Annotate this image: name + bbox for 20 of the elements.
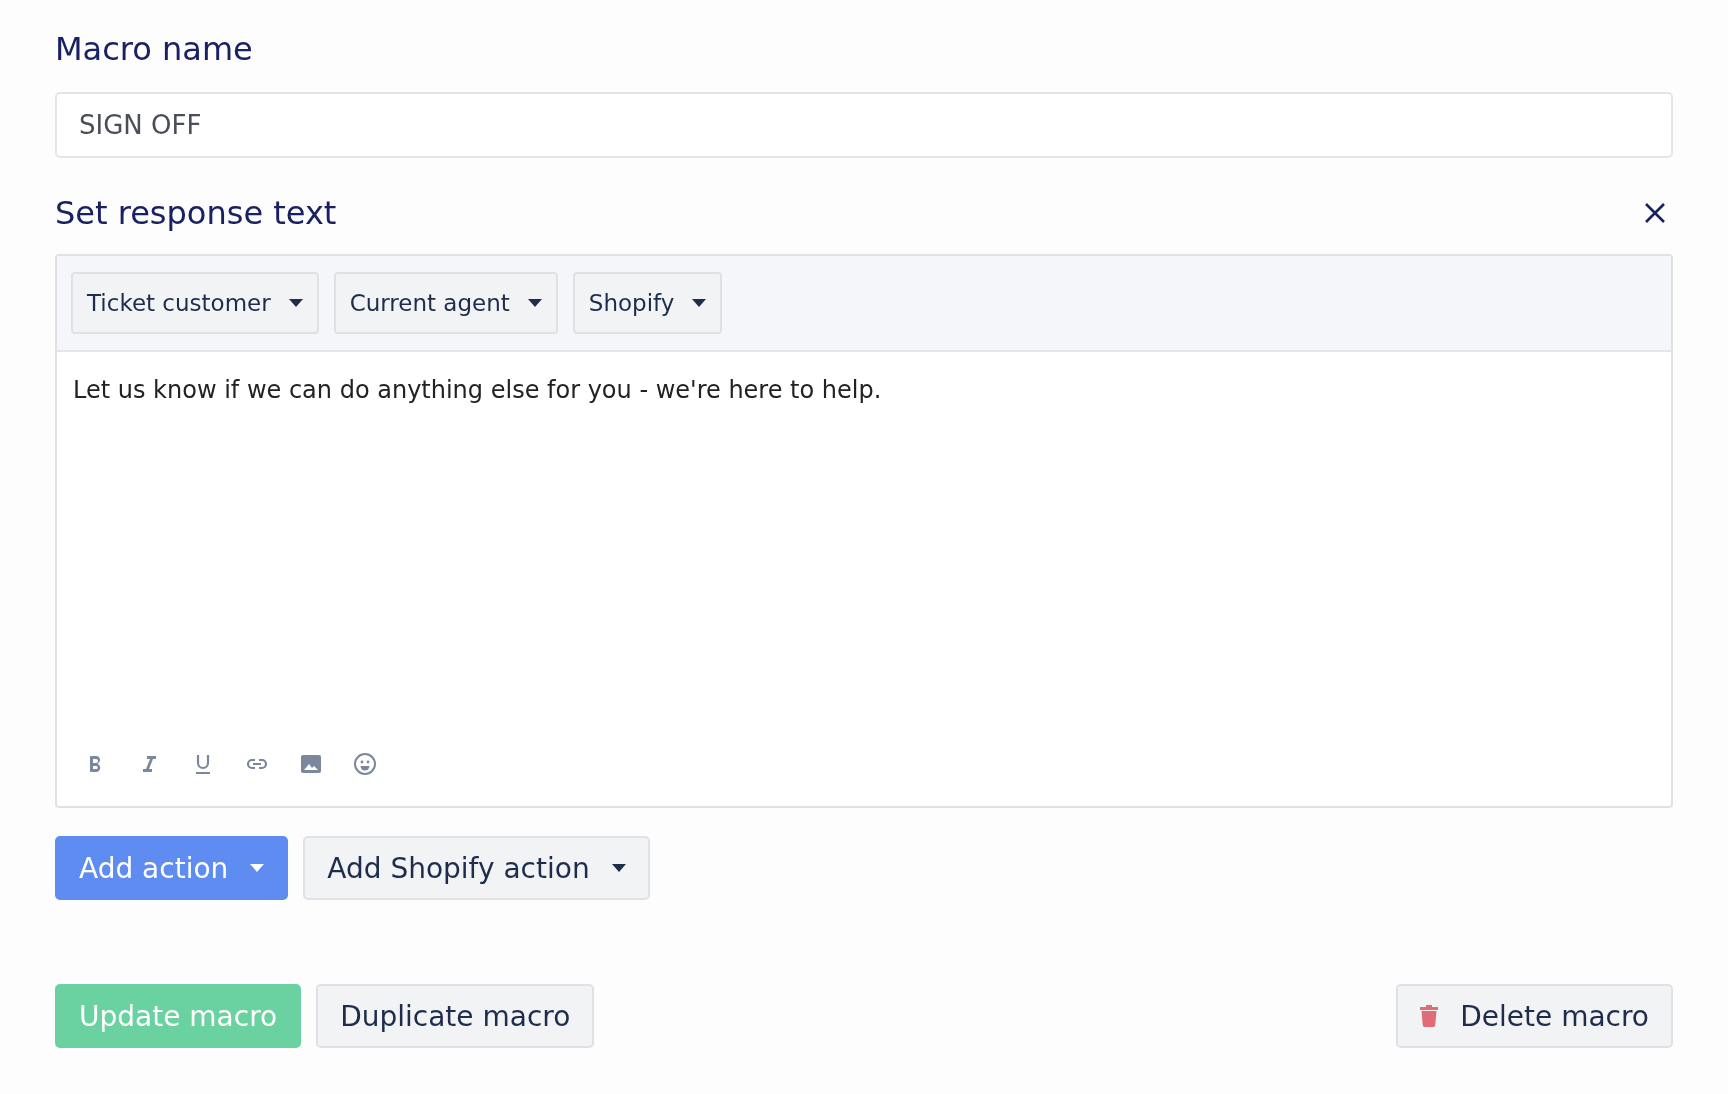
section-title: Set response text [55, 194, 337, 232]
response-text: Let us know if we can do anything else for you - we're here to help. [72, 375, 883, 406]
caret-icon [288, 299, 303, 307]
image-icon[interactable] [299, 752, 323, 776]
action-button[interactable]: Add Shopify action [303, 836, 650, 900]
caret-icon [692, 299, 707, 307]
caret-icon [611, 864, 626, 872]
text-editor[interactable]: Ticket customer Current agent Shopify Let us know if we can do anything else for you - we're here to help. [55, 254, 1673, 808]
variable-dropdown[interactable]: Current agent [333, 272, 558, 334]
variable-dropdown[interactable]: Shopify [572, 272, 723, 334]
emoji-icon[interactable] [353, 752, 377, 776]
action-button[interactable]: Duplicate macro [316, 984, 595, 1048]
variable-dropdown[interactable]: Ticket customer [71, 272, 319, 334]
caret-icon [250, 864, 265, 872]
trash-icon [1420, 1005, 1439, 1027]
name-input-field[interactable]: SIGN OFF [55, 92, 1673, 158]
close-icon[interactable] [1643, 201, 1667, 225]
action-button[interactable]: Delete macro [1396, 984, 1673, 1048]
caret-icon [527, 299, 542, 307]
field-label: Macro name [55, 30, 254, 68]
